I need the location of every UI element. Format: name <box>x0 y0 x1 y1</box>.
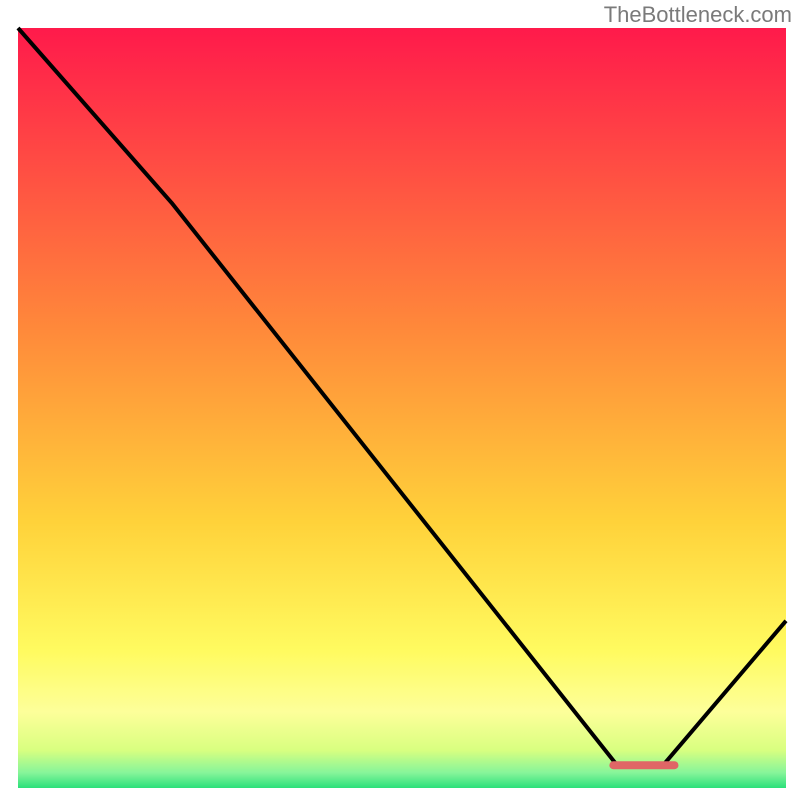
gradient-background <box>18 28 786 788</box>
optimal-marker <box>609 761 678 769</box>
bottleneck-chart <box>0 0 800 800</box>
attribution-text: TheBottleneck.com <box>604 2 792 28</box>
chart-container: TheBottleneck.com <box>0 0 800 800</box>
